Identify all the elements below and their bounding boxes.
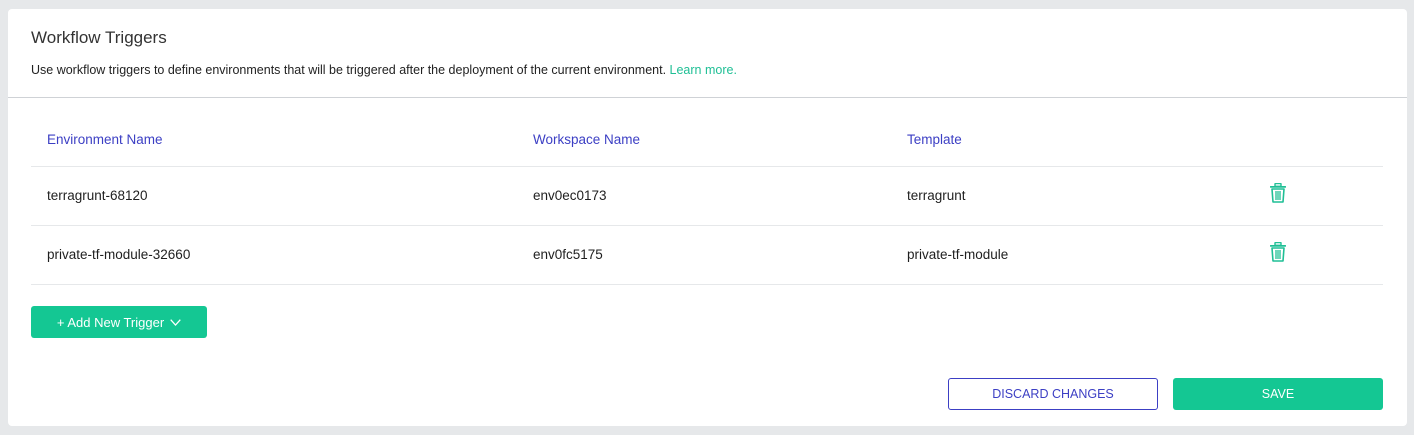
add-new-trigger-button[interactable]: + Add New Trigger (31, 306, 207, 338)
panel-header: Workflow Triggers Use workflow triggers … (8, 9, 1407, 98)
environment-name-cell: private-tf-module-32660 (47, 247, 191, 262)
table-row: terragrunt-68120 env0ec0173 terragrunt (31, 167, 1383, 226)
column-header-workspace: Workspace Name (533, 132, 641, 147)
description-text: Use workflow triggers to define environm… (31, 63, 667, 77)
column-header-template: Template (907, 132, 962, 147)
panel-description: Use workflow triggers to define environm… (31, 62, 1407, 78)
discard-changes-button[interactable]: DISCARD CHANGES (948, 378, 1158, 410)
trash-icon[interactable] (1269, 241, 1287, 262)
save-button[interactable]: SAVE (1173, 378, 1383, 410)
column-header-environment: Environment Name (47, 132, 163, 147)
triggers-table: Environment Name Workspace Name Template… (31, 117, 1383, 285)
template-cell: private-tf-module (907, 247, 1009, 262)
workspace-name-cell: env0fc5175 (533, 247, 603, 262)
add-new-trigger-label: + Add New Trigger (56, 314, 165, 330)
learn-more-link[interactable]: Learn more. (670, 63, 737, 77)
workspace-name-cell: env0ec0173 (533, 188, 607, 203)
chevron-down-icon (170, 318, 181, 326)
trash-icon[interactable] (1269, 182, 1287, 203)
environment-name-cell: terragrunt-68120 (47, 188, 148, 203)
table-row: private-tf-module-32660 env0fc5175 priva… (31, 226, 1383, 285)
template-cell: terragrunt (907, 188, 966, 203)
panel-title: Workflow Triggers (31, 28, 167, 47)
table-header-row: Environment Name Workspace Name Template (31, 117, 1383, 167)
workflow-triggers-panel: Workflow Triggers Use workflow triggers … (8, 9, 1407, 426)
